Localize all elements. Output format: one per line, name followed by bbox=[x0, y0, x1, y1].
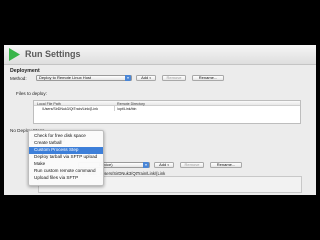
column-divider bbox=[114, 106, 115, 111]
menu-item-custom-process-step[interactable]: Custom Process Step bbox=[29, 147, 103, 154]
add-deployment-label: Add bbox=[141, 75, 149, 80]
deployment-heading: Deployment bbox=[10, 68, 40, 74]
panel-header: Run Settings bbox=[4, 45, 316, 65]
chevron-down-icon: ▾ bbox=[167, 163, 169, 167]
menu-item-deploy-tarball-sftp[interactable]: Deploy tarball via SFTP upload bbox=[29, 154, 103, 161]
add-run-button[interactable]: Add ▾ bbox=[154, 162, 174, 168]
menu-item-upload-files-sftp[interactable]: Upload files via SFTP bbox=[29, 175, 103, 182]
add-deployment-button[interactable]: Add ▾ bbox=[136, 75, 156, 81]
remove-run-button[interactable]: Remove bbox=[180, 162, 204, 168]
column-header-local-path[interactable]: Local File Path bbox=[37, 102, 61, 106]
rename-run-button[interactable]: Rename... bbox=[210, 162, 242, 168]
add-deploy-step-menu: Check for free disk space Create tarball… bbox=[28, 130, 104, 186]
method-label: Method: bbox=[10, 76, 27, 81]
rename-deployment-button[interactable]: Rename... bbox=[192, 75, 224, 81]
column-header-remote-directory[interactable]: Remote Directory bbox=[117, 102, 145, 106]
chevron-updown-icon: ▾ bbox=[125, 75, 131, 81]
add-run-label: Add bbox=[159, 162, 167, 167]
files-to-deploy-label: Files to deploy: bbox=[16, 91, 47, 96]
page-title: Run Settings bbox=[25, 49, 81, 59]
remove-deployment-button[interactable]: Remove bbox=[162, 75, 186, 81]
remote-directory-cell: /opt/Link/bin bbox=[117, 106, 137, 111]
files-table: Local File Path Remote Directory /Users/… bbox=[33, 100, 301, 124]
menu-item-create-tarball[interactable]: Create tarball bbox=[29, 140, 103, 147]
run-triangle-icon bbox=[9, 48, 20, 61]
menu-item-make[interactable]: Make bbox=[29, 161, 103, 168]
method-select[interactable]: Deploy to Remote Linux Host ▾ bbox=[36, 75, 132, 81]
menu-item-check-disk-space[interactable]: Check for free disk space bbox=[29, 133, 103, 140]
method-select-value: Deploy to Remote Linux Host bbox=[39, 75, 92, 80]
local-path-cell: /Users/SirDNuk3/QtTrain/Link/{Link bbox=[42, 106, 98, 111]
menu-item-run-remote-command[interactable]: Run custom remote command bbox=[29, 168, 103, 175]
chevron-updown-icon: ▾ bbox=[143, 162, 149, 168]
chevron-down-icon: ▾ bbox=[149, 76, 151, 80]
table-row[interactable]: /Users/SirDNuk3/QtTrain/Link/{Link /opt/… bbox=[34, 106, 300, 111]
